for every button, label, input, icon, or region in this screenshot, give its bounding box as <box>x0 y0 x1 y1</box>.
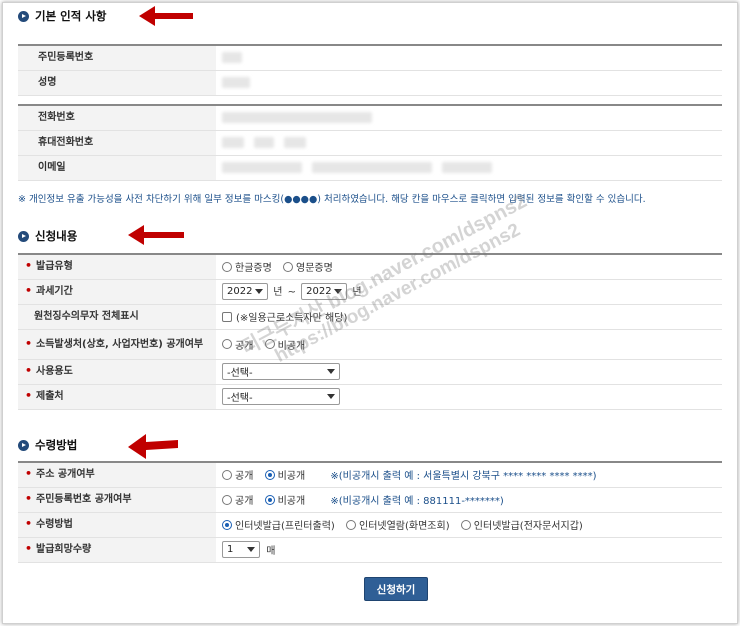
radio-income-private[interactable] <box>264 339 275 349</box>
opt-english-cert: 영문증명 <box>296 263 333 275</box>
value-rrn-masked[interactable] <box>216 45 722 71</box>
apply-table: 발급유형 한글증명 영문증명 과세기간 2022 년 ~ 2022 년 원천징수… <box>18 253 722 410</box>
section-apply-header: 신청내용 <box>18 228 77 244</box>
opt-income-private: 비공개 <box>277 340 306 352</box>
withholding-checkbox[interactable] <box>222 311 232 322</box>
value-mobile-masked[interactable] <box>216 130 722 156</box>
opt-method-print: 인터넷발급(프린터출력) <box>235 521 335 532</box>
chevron-down-icon <box>327 394 335 399</box>
section-bullet-icon <box>18 439 29 451</box>
tilde: ~ <box>287 286 296 298</box>
opt-rrn-public: 공개 <box>235 496 254 507</box>
opt-address-public: 공개 <box>235 471 254 483</box>
year-to-select[interactable]: 2022 <box>301 283 348 301</box>
address-note: ※(비공개시 출력 예 : 서울특별시 강북구 **** **** **** *… <box>330 471 597 483</box>
section-basic-header: 기본 인적 사항 <box>18 8 107 24</box>
purpose-label: 사용용도 <box>34 366 73 377</box>
chevron-down-icon <box>255 289 263 295</box>
basic-info-table: 주민등록번호 성명 전화번호 휴대전화번호 이메일 <box>18 44 722 181</box>
rrn-note: ※(비공개시 출력 예 : 881111-*******) <box>330 496 504 507</box>
rrn-public-label: 주민등록번호 공개여부 <box>34 494 131 505</box>
submit-to-label: 제출처 <box>34 391 64 402</box>
radio-income-public[interactable] <box>222 339 232 349</box>
radio-korean-cert[interactable] <box>222 261 232 272</box>
chevron-down-icon <box>334 289 343 295</box>
section-receive-header: 수령방법 <box>18 437 77 453</box>
opt-korean-cert: 한글증명 <box>235 263 272 275</box>
chevron-down-icon <box>247 547 255 552</box>
red-arrow-icon <box>139 6 193 26</box>
address-public-label: 주소 공개여부 <box>34 469 95 480</box>
radio-rrn-public[interactable] <box>222 494 232 505</box>
radio-method-wallet[interactable] <box>460 519 471 530</box>
purpose-select[interactable]: -선택- <box>222 363 340 380</box>
radio-rrn-private[interactable] <box>264 494 275 505</box>
withholding-label: 원천징수의무자 전체표시 <box>18 304 216 330</box>
section-bullet-icon <box>18 10 29 22</box>
red-arrow-icon <box>128 434 178 459</box>
opt-method-view: 인터넷열람(화면조회) <box>359 521 450 532</box>
quantity-unit: 매 <box>266 546 276 557</box>
year-suffix-1: 년 <box>273 286 283 298</box>
value-name-masked[interactable] <box>216 70 722 96</box>
label-mobile: 휴대전화번호 <box>18 130 216 156</box>
value-phone-masked[interactable] <box>216 105 722 131</box>
radio-english-cert[interactable] <box>283 261 293 272</box>
radio-address-public[interactable] <box>222 469 232 480</box>
radio-address-private[interactable] <box>264 469 275 480</box>
income-source-label: 소득발생처(상호, 사업자번호) 공개여부 <box>34 338 204 351</box>
chevron-down-icon <box>327 369 335 374</box>
issue-type-label: 발급유형 <box>34 261 73 272</box>
label-email: 이메일 <box>18 155 216 181</box>
opt-method-wallet: 인터넷발급(전자문서지갑) <box>473 521 583 532</box>
red-arrow-icon <box>128 225 184 245</box>
section-title: 기본 인적 사항 <box>35 9 107 23</box>
withholding-note: (※일용근로소득자만 해당) <box>236 313 348 324</box>
year-suffix-2: 년 <box>352 286 362 298</box>
submit-to-select[interactable]: -선택- <box>222 388 340 405</box>
receive-table: 주소 공개여부 공개 비공개 ※(비공개시 출력 예 : 서울특별시 강북구 *… <box>18 461 722 563</box>
opt-rrn-private: 비공개 <box>277 496 306 507</box>
opt-income-public: 공개 <box>235 340 254 352</box>
apply-submit-button[interactable]: 신청하기 <box>364 577 428 601</box>
quantity-select[interactable]: 1 <box>222 541 260 558</box>
method-label: 수령방법 <box>34 519 73 530</box>
label-rrn: 주민등록번호 <box>18 45 216 71</box>
section-title: 신청내용 <box>35 229 78 243</box>
opt-address-private: 비공개 <box>277 471 306 483</box>
label-name: 성명 <box>18 70 216 96</box>
section-bullet-icon <box>18 230 29 242</box>
label-phone: 전화번호 <box>18 105 216 131</box>
tax-period-label: 과세기간 <box>34 286 73 297</box>
year-from-select[interactable]: 2022 <box>222 283 268 301</box>
section-title: 수령방법 <box>35 438 78 452</box>
value-email-masked[interactable] <box>216 155 722 181</box>
masking-notice: ※ 개인정보 유출 가능성을 사전 차단하기 위해 일부 정보를 마스킹(●●●… <box>18 194 646 205</box>
radio-method-print[interactable] <box>222 519 232 530</box>
radio-method-view[interactable] <box>346 519 356 530</box>
quantity-label: 발급희망수량 <box>34 544 91 555</box>
